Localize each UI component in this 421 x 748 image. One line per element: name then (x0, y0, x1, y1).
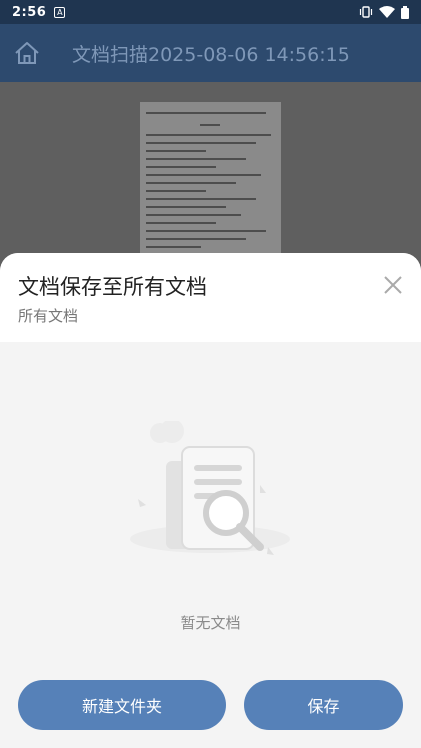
status-bar: 2:56 A (0, 0, 421, 24)
battery-icon (401, 5, 409, 19)
notification-icon: A (54, 6, 66, 18)
status-time: 2:56 (12, 4, 47, 20)
save-to-sheet: 文档保存至所有文档 所有文档 暂无文档 新建文件夹 保存 (0, 253, 421, 748)
empty-state-text: 暂无文档 (180, 614, 241, 632)
sheet-title: 文档保存至所有文档 (18, 275, 207, 299)
new-folder-button[interactable]: 新建文件夹 (18, 680, 226, 730)
breadcrumb[interactable]: 所有文档 (18, 305, 78, 326)
wifi-icon (379, 6, 395, 18)
home-icon (15, 42, 39, 64)
vibrate-icon (359, 6, 373, 18)
sheet-header: 文档保存至所有文档 所有文档 (0, 253, 421, 342)
home-button[interactable] (0, 24, 54, 82)
page-title: 文档扫描2025-08-06 14:56:15 (72, 43, 350, 66)
close-icon (384, 276, 402, 294)
save-button[interactable]: 保存 (244, 680, 403, 730)
app-bar: 文档扫描2025-08-06 14:56:15 (0, 24, 421, 82)
empty-documents-illustration (130, 421, 290, 555)
close-button[interactable] (381, 273, 405, 297)
status-icons (359, 5, 409, 19)
